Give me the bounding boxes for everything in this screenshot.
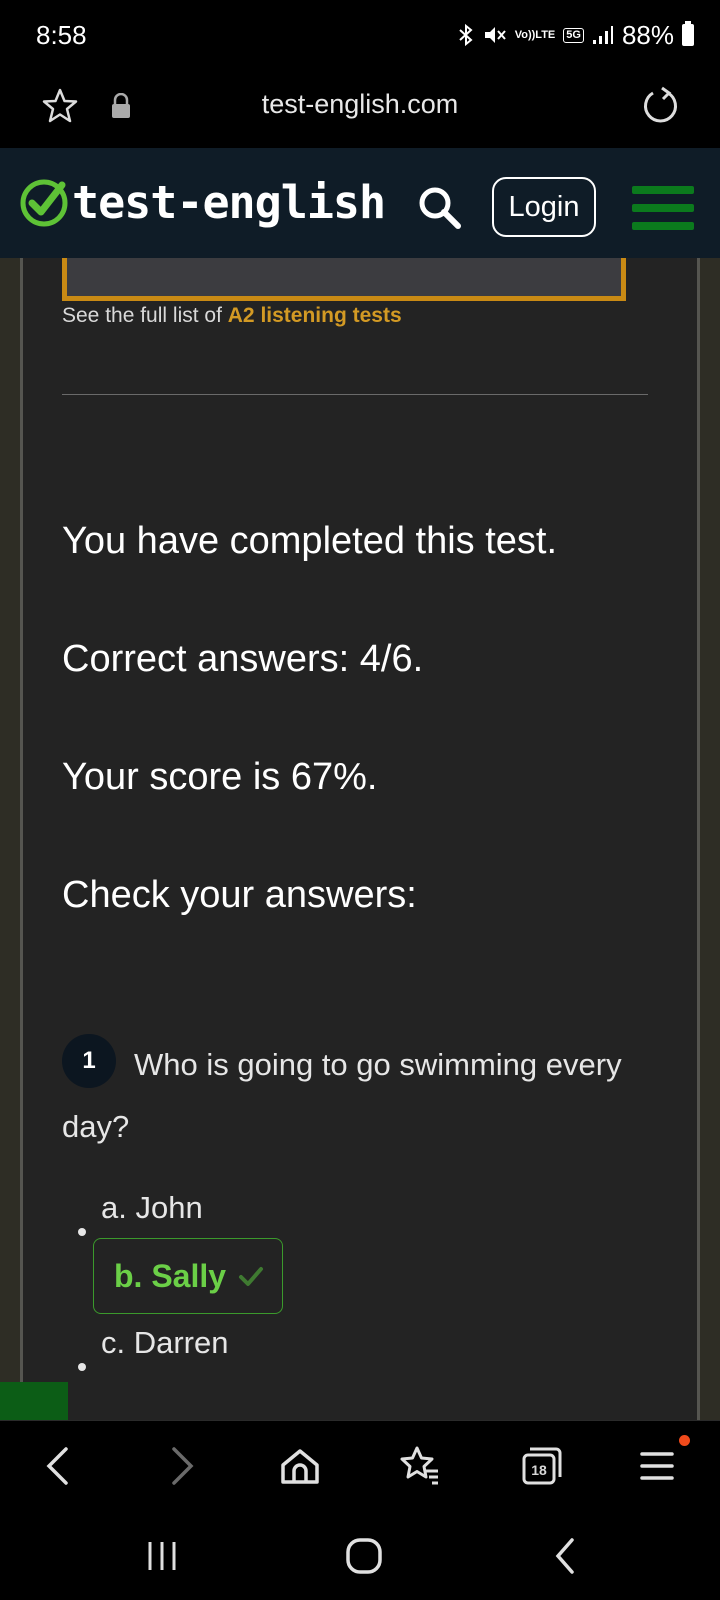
check-icon bbox=[239, 1267, 264, 1286]
green-side-tab[interactable] bbox=[0, 1382, 68, 1420]
option-a: a. John bbox=[101, 1190, 203, 1225]
left-rail bbox=[0, 258, 20, 1420]
logo-check-icon bbox=[20, 179, 68, 226]
site-header: test-english Login bbox=[0, 148, 720, 258]
browser-url-bar: test-english.com bbox=[0, 76, 720, 149]
signal-icon bbox=[592, 25, 614, 45]
login-button[interactable]: Login bbox=[492, 177, 596, 237]
mute-icon bbox=[483, 24, 507, 46]
logo-text: test-english bbox=[72, 176, 386, 229]
forward-icon[interactable] bbox=[158, 1443, 204, 1489]
option-b-correct: b. Sally bbox=[93, 1238, 283, 1314]
home-icon[interactable] bbox=[277, 1443, 323, 1489]
system-back-icon[interactable] bbox=[546, 1536, 586, 1576]
question-text: Who is going to go swimming every day? bbox=[62, 1047, 622, 1144]
content-panel: See the full list of A2 listening tests … bbox=[23, 258, 697, 1420]
option-bullet bbox=[78, 1363, 86, 1371]
completed-message: You have completed this test. bbox=[62, 520, 558, 562]
check-answers-heading: Check your answers: bbox=[62, 874, 417, 916]
system-navigation-bar bbox=[0, 1514, 720, 1600]
option-c: c. Darren bbox=[101, 1325, 229, 1360]
video-thumbnail[interactable] bbox=[62, 258, 626, 301]
url-text[interactable]: test-english.com bbox=[0, 89, 720, 120]
see-full-list-text: See the full list of A2 listening tests bbox=[62, 304, 402, 327]
recents-icon[interactable] bbox=[142, 1536, 182, 1576]
battery-percent: 88% bbox=[621, 19, 674, 50]
correct-option-label: b. Sally bbox=[114, 1257, 227, 1294]
menu-icon[interactable] bbox=[632, 186, 694, 230]
score-text: Your score is 67%. bbox=[62, 756, 378, 798]
notification-dot bbox=[679, 1435, 690, 1446]
status-icons: Vo)) LTE 5G 88% bbox=[457, 18, 694, 52]
correct-answers-text: Correct answers: 4/6. bbox=[62, 638, 424, 680]
browser-menu-icon[interactable] bbox=[636, 1443, 682, 1489]
search-icon[interactable] bbox=[416, 184, 462, 230]
back-icon[interactable] bbox=[36, 1443, 82, 1489]
network-type-icon: 5G bbox=[563, 27, 584, 43]
tabs-icon[interactable]: 18 bbox=[518, 1443, 564, 1489]
status-time: 8:58 bbox=[36, 20, 87, 50]
tab-count: 18 bbox=[531, 1462, 547, 1478]
right-rail-line bbox=[697, 258, 700, 1420]
a2-listening-tests-link[interactable]: A2 listening tests bbox=[228, 304, 402, 327]
home-circle-icon[interactable] bbox=[344, 1536, 384, 1576]
divider bbox=[62, 394, 648, 395]
status-bar: 8:58 Vo)) LTE 5G 88% bbox=[0, 0, 720, 76]
reload-icon[interactable] bbox=[638, 84, 682, 128]
option-bullet bbox=[78, 1228, 86, 1236]
site-logo[interactable]: test-english bbox=[18, 176, 386, 229]
battery-icon bbox=[682, 21, 694, 46]
bluetooth-icon bbox=[457, 23, 475, 47]
question-number-badge: 1 bbox=[62, 1034, 116, 1088]
browser-toolbar: 18 bbox=[0, 1420, 720, 1515]
right-rail bbox=[700, 258, 720, 1420]
bookmarks-icon[interactable] bbox=[396, 1443, 442, 1489]
page-content: See the full list of A2 listening tests … bbox=[0, 258, 720, 1420]
volte-icon: Vo)) LTE bbox=[514, 28, 556, 41]
